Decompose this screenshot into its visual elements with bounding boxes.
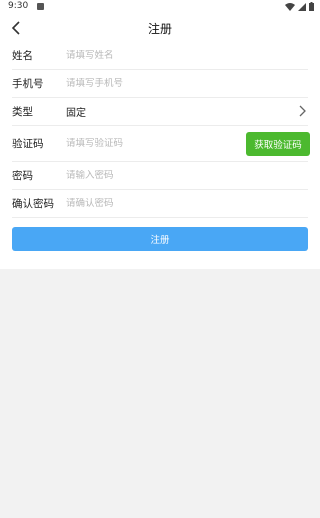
code-label: 验证码 <box>12 138 44 150</box>
status-bar: 9:30 <box>0 0 320 14</box>
name-input[interactable] <box>66 50 308 61</box>
navigation-bar: 注册 <box>0 14 320 42</box>
type-value: 固定 <box>66 108 86 119</box>
page-title: 注册 <box>147 22 172 36</box>
name-row: 姓名 <box>12 42 308 70</box>
get-code-button[interactable]: 获取验证码 <box>246 131 310 156</box>
chevron-right-icon <box>299 105 306 117</box>
type-label: 类型 <box>12 106 33 118</box>
code-row: 验证码 获取验证码 <box>12 126 310 162</box>
type-row[interactable]: 类型 固定 <box>12 98 308 126</box>
phone-row: 手机号 <box>12 70 308 98</box>
wifi-icon <box>285 2 295 11</box>
register-button[interactable]: 注册 <box>12 227 308 251</box>
password-row: 密码 <box>12 162 308 190</box>
phone-input[interactable] <box>66 78 308 89</box>
name-label: 姓名 <box>12 50 33 62</box>
empty-area <box>0 269 320 517</box>
battery-icon <box>309 2 314 11</box>
submit-section: 注册 <box>0 218 320 269</box>
confirm-password-input[interactable] <box>66 198 308 209</box>
status-icons <box>285 2 314 11</box>
confirm-password-row: 确认密码 <box>12 190 308 218</box>
password-label: 密码 <box>12 170 33 182</box>
confirm-password-label: 确认密码 <box>12 198 54 210</box>
phone-label: 手机号 <box>12 78 44 90</box>
notification-icon <box>37 3 44 10</box>
code-input[interactable] <box>66 138 246 149</box>
password-input[interactable] <box>66 170 308 181</box>
register-form: 姓名 手机号 类型 固定 验证码 获取验证码 密码 确认密码 <box>0 42 320 218</box>
signal-icon <box>298 2 306 11</box>
status-time: 9:30 <box>8 1 29 11</box>
